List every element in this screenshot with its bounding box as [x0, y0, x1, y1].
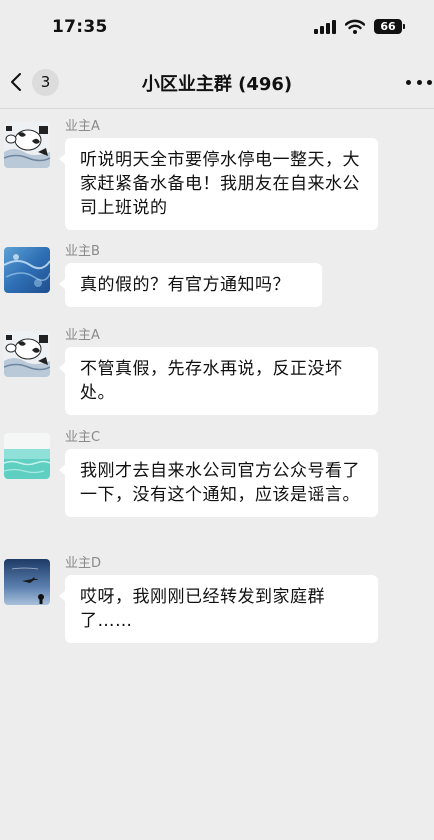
battery-cap — [403, 24, 405, 29]
cow-avatar-icon — [4, 122, 50, 168]
chat-title: 小区业主群 (496) — [141, 74, 293, 95]
battery-indicator: 66 — [374, 19, 402, 34]
sky-plane-avatar-icon — [4, 559, 50, 605]
chat-header: 3 小区业主群 (496) — [0, 56, 434, 109]
message-bubble[interactable]: 听说明天全市要停水停电一整天，大家赶紧备水备电！我朋友在自来水公司上班说的 — [59, 138, 378, 230]
ocean-avatar-icon — [4, 247, 50, 293]
sender-name: 业主A — [65, 328, 100, 343]
message-bubble[interactable]: 不管真假，先存水再说，反正没坏处。 — [59, 347, 378, 415]
message-bubble[interactable]: 真的假的？有官方通知吗？ — [59, 263, 322, 307]
avatar[interactable] — [4, 559, 50, 605]
status-time: 17:35 — [52, 17, 108, 37]
message-bubble[interactable]: 哎呀，我刚刚已经转发到家庭群了…… — [59, 575, 378, 643]
status-bar: 17:35 66 — [0, 0, 434, 56]
message-bubble[interactable]: 我刚才去自来水公司官方公众号看了一下，没有这个通知，应该是谣言。 — [59, 449, 378, 517]
avatar[interactable] — [4, 331, 50, 377]
sender-name: 业主B — [65, 244, 100, 259]
sender-name: 业主C — [65, 430, 101, 445]
sea-avatar-icon — [4, 433, 50, 479]
avatar[interactable] — [4, 122, 50, 168]
sender-name: 业主A — [65, 119, 100, 134]
cow-avatar-icon — [4, 331, 50, 377]
ellipsis-icon[interactable] — [406, 72, 432, 92]
cellular-signal-icon — [314, 20, 336, 34]
wifi-icon — [345, 19, 365, 34]
sender-name: 业主D — [65, 556, 102, 571]
avatar[interactable] — [4, 247, 50, 293]
avatar[interactable] — [4, 433, 50, 479]
